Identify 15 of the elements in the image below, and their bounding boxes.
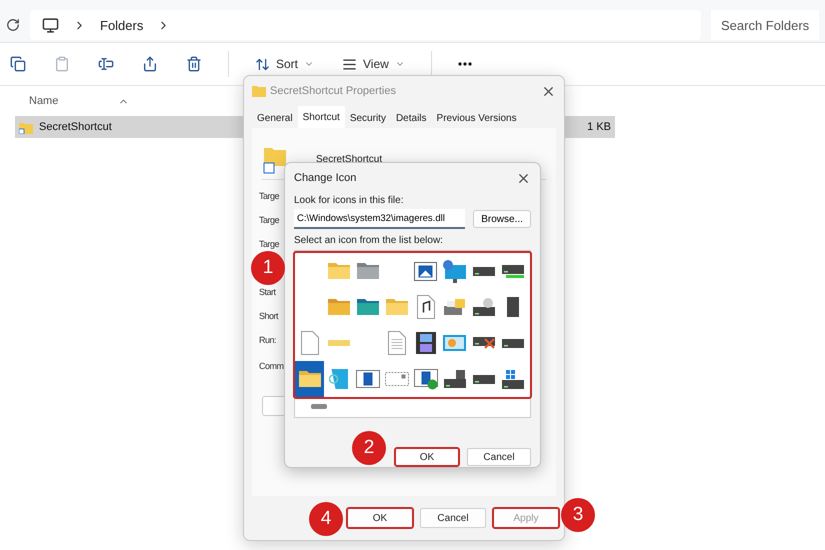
- field-label: Short: [259, 310, 278, 323]
- field-label: Look for icons in this file:: [294, 195, 404, 206]
- field-label: Targe: [259, 214, 280, 227]
- dialog-title: SecretShortcut Properties: [270, 85, 397, 97]
- shortcut-name: SecretShortcut: [316, 154, 382, 165]
- file-name: SecretShortcut: [39, 121, 113, 133]
- field-label: Targe: [259, 238, 280, 251]
- field-label: Select an icon from the list below:: [294, 235, 444, 246]
- step-number-badge: 3: [561, 498, 595, 532]
- dialog-title: Change Icon: [294, 172, 358, 184]
- field-label: Run:: [259, 334, 276, 347]
- field-label: Start: [259, 286, 276, 299]
- file-size: 1 KB: [587, 121, 611, 133]
- field-label: Comm: [259, 360, 284, 373]
- field-label: Targe: [259, 190, 280, 203]
